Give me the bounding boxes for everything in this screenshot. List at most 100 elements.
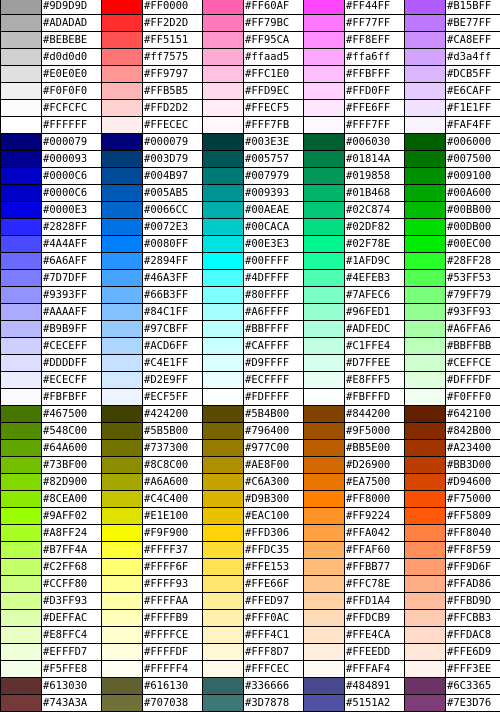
color-swatch: [304, 253, 345, 270]
color-code-label: #A23400: [446, 440, 500, 457]
color-swatch: [102, 423, 143, 440]
color-code-label: #96FED1: [345, 304, 405, 321]
color-swatch: [203, 525, 244, 542]
color-code-label: #7D7DFF: [42, 270, 102, 287]
color-code-label: #009393: [244, 185, 304, 202]
color-swatch: [102, 474, 143, 491]
color-swatch: [304, 457, 345, 474]
color-swatch: [405, 287, 446, 304]
color-code-label: #743A3A: [42, 695, 102, 712]
color-code-label: #842B00: [446, 423, 500, 440]
color-swatch: [405, 644, 446, 661]
color-code-label: #D7FFEE: [345, 355, 405, 372]
color-code-label: #000079: [42, 134, 102, 151]
color-swatch: [405, 151, 446, 168]
palette-row: #ECECFF#D2E9FF#ECFFFF#E8FFF5#DFFFDF: [1, 372, 500, 389]
color-swatch: [203, 576, 244, 593]
color-swatch: [304, 304, 345, 321]
color-code-label: #C4E1FF: [143, 355, 203, 372]
color-code-label: #FFED97: [244, 593, 304, 610]
color-code-label: #FF2D2D: [143, 15, 203, 32]
color-swatch: [405, 372, 446, 389]
color-swatch: [1, 593, 42, 610]
color-code-label: #FFE4CA: [345, 627, 405, 644]
color-code-label: #80FFFF: [244, 287, 304, 304]
color-swatch: [203, 151, 244, 168]
color-swatch: [405, 355, 446, 372]
color-swatch: [304, 576, 345, 593]
color-code-label: #5151A2: [345, 695, 405, 712]
color-code-label: #003E3E: [244, 134, 304, 151]
color-swatch: [1, 151, 42, 168]
color-swatch: [1, 389, 42, 406]
color-code-label: #ADADAD: [42, 15, 102, 32]
color-swatch: [405, 559, 446, 576]
color-code-label: #BEBEBE: [42, 32, 102, 49]
color-code-label: #FDFFFF: [244, 389, 304, 406]
palette-row: #000093#003D79#005757#01814A#007500: [1, 151, 500, 168]
color-swatch: [405, 661, 446, 678]
color-swatch: [304, 83, 345, 100]
color-code-label: #FFFFFF: [42, 117, 102, 134]
color-code-label: #FF8000: [345, 491, 405, 508]
color-code-label: #FFD306: [244, 525, 304, 542]
color-swatch: [203, 236, 244, 253]
color-swatch: [304, 15, 345, 32]
color-code-label: #4DFFFF: [244, 270, 304, 287]
color-swatch: [1, 457, 42, 474]
color-code-label: #CCFF80: [42, 576, 102, 593]
color-swatch: [102, 491, 143, 508]
color-code-label: #FFFF6F: [143, 559, 203, 576]
color-code-label: #FFC78E: [345, 576, 405, 593]
color-code-label: #D2E9FF: [143, 372, 203, 389]
color-swatch: [304, 355, 345, 372]
color-code-label: #ECECFF: [42, 372, 102, 389]
color-code-label: #019858: [345, 168, 405, 185]
color-swatch: [203, 100, 244, 117]
color-swatch: [102, 0, 143, 15]
color-code-label: #FFFFCE: [143, 627, 203, 644]
color-swatch: [304, 678, 345, 695]
color-swatch: [203, 321, 244, 338]
color-code-label: #F5FFE8: [42, 661, 102, 678]
color-swatch: [1, 338, 42, 355]
color-code-label: #00EC00: [446, 236, 500, 253]
color-code-label: #D9B300: [244, 491, 304, 508]
color-swatch: [304, 474, 345, 491]
color-code-label: #FFDCB9: [345, 610, 405, 627]
color-code-label: #0000E3: [42, 202, 102, 219]
color-swatch: [102, 151, 143, 168]
color-swatch: [405, 117, 446, 134]
color-swatch: [405, 185, 446, 202]
palette-row: #F0F0F0#FFB5B5#FFD9EC#FFD0FF#E6CAFF: [1, 83, 500, 100]
palette-row: #64A600#737300#977C00#BB5E00#A23400: [1, 440, 500, 457]
color-swatch: [1, 15, 42, 32]
color-swatch: [102, 304, 143, 321]
color-swatch: [102, 661, 143, 678]
color-code-label: #007979: [244, 168, 304, 185]
color-code-label: #FFF8D7: [244, 644, 304, 661]
color-code-label: #97CBFF: [143, 321, 203, 338]
color-swatch: [405, 219, 446, 236]
color-code-label: #FF0000: [143, 0, 203, 15]
color-swatch: [102, 678, 143, 695]
color-swatch: [304, 49, 345, 66]
color-code-label: #424200: [143, 406, 203, 423]
color-code-label: #ffa6ff: [345, 49, 405, 66]
color-code-label: #0066CC: [143, 202, 203, 219]
color-code-label: #A6A600: [143, 474, 203, 491]
color-swatch: [1, 644, 42, 661]
color-swatch: [1, 559, 42, 576]
palette-row: #B7FF4A#FFFF37#FFDC35#FFAF60#FF8F59: [1, 542, 500, 559]
color-swatch: [1, 219, 42, 236]
color-code-label: #EA7500: [345, 474, 405, 491]
color-swatch: [405, 202, 446, 219]
color-swatch: [102, 593, 143, 610]
palette-row: #ADADAD#FF2D2D#FF79BC#FF77FF#BE77FF: [1, 15, 500, 32]
color-code-label: #C6A300: [244, 474, 304, 491]
color-swatch: [102, 610, 143, 627]
color-code-label: #796400: [244, 423, 304, 440]
color-swatch: [102, 134, 143, 151]
color-code-label: #FFE6FF: [345, 100, 405, 117]
palette-row: #0000C6#004B97#007979#019858#009100: [1, 168, 500, 185]
